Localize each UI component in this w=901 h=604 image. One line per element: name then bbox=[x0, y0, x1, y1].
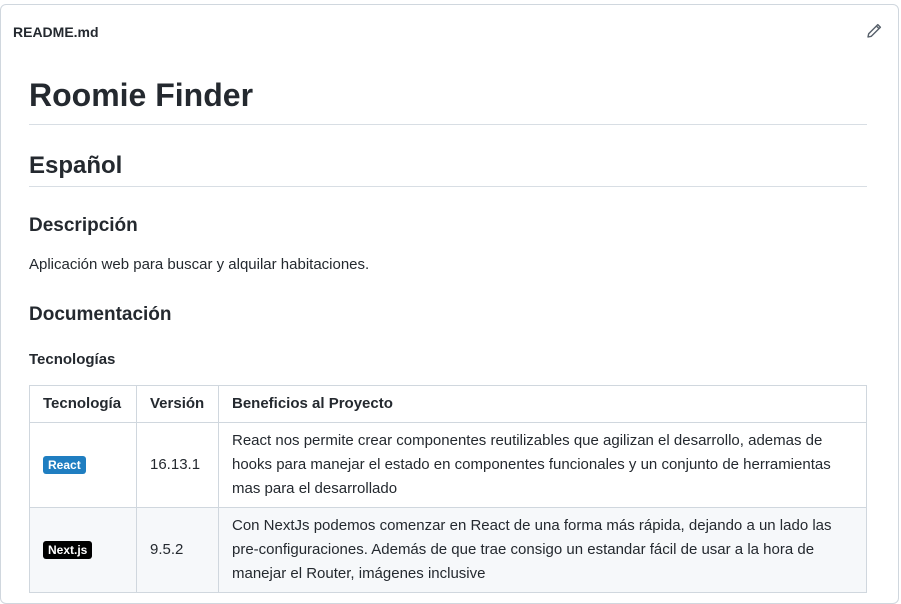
react-badge: React bbox=[43, 456, 86, 474]
description-heading: Descripción bbox=[29, 215, 138, 236]
technology-cell: React bbox=[29, 422, 137, 508]
file-name: README.md bbox=[13, 24, 99, 40]
section-heading-lang: Español bbox=[29, 152, 123, 179]
description-text: Aplicación web para buscar y alquilar ha… bbox=[29, 256, 370, 273]
benefit-cell: React nos permite crear componentes reut… bbox=[218, 422, 867, 508]
title-divider bbox=[29, 124, 867, 125]
technologies-table: Tecnología Versión Beneficios al Proyect… bbox=[29, 385, 867, 593]
nextjs-badge: Next.js bbox=[43, 541, 93, 559]
column-header-benefits: Beneficios al Proyecto bbox=[218, 385, 867, 423]
technologies-heading: Tecnologías bbox=[29, 351, 116, 368]
table-row: React 16.13.1 React nos permite crear co… bbox=[29, 422, 867, 508]
table-header-row: Tecnología Versión Beneficios al Proyect… bbox=[29, 385, 867, 423]
column-header-technology: Tecnología bbox=[29, 385, 137, 423]
version-cell: 16.13.1 bbox=[136, 422, 219, 508]
readme-container: README.md Roomie Finder Español Descripc… bbox=[0, 4, 899, 604]
page-title: Roomie Finder bbox=[29, 77, 254, 113]
documentation-heading: Documentación bbox=[29, 304, 172, 325]
file-header: README.md bbox=[1, 5, 898, 59]
column-header-version: Versión bbox=[136, 385, 219, 423]
pencil-icon[interactable] bbox=[866, 23, 884, 41]
section-divider bbox=[29, 186, 867, 187]
